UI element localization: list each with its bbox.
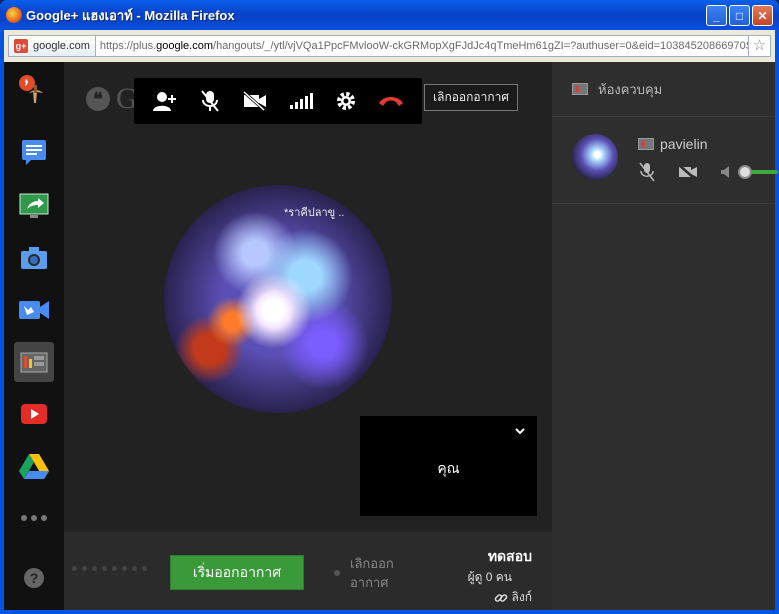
site-identity[interactable]: g+ google.com [8, 35, 96, 57]
bookmark-star-icon[interactable]: ☆ [749, 35, 771, 57]
status-dot [334, 570, 340, 576]
mic-off-icon [201, 90, 219, 112]
self-view-label: คุณ [437, 460, 460, 476]
link-icon [494, 593, 507, 602]
start-broadcast-button[interactable]: เริ่มออกอากาศ [170, 555, 304, 590]
video-stage: ❝ Google+ [64, 62, 552, 532]
url-path: /hangouts/_/ytl/vjVQa1PpcFMvlooW-ckGRMop… [213, 40, 749, 52]
participant-controls [638, 162, 778, 182]
close-button[interactable]: ✕ [752, 5, 773, 26]
browser-window: Google+ แฮงเอาท์ - Mozilla Firefox _ □ ✕… [0, 0, 779, 614]
hang-up-button[interactable] [376, 86, 406, 116]
camera-off-icon [243, 91, 267, 111]
control-room-panel: ห้องควบคุม pavielin [552, 62, 778, 610]
maximize-button[interactable]: □ [729, 5, 750, 26]
call-toolbar [134, 78, 422, 124]
bandwidth-button[interactable] [286, 86, 316, 116]
stop-broadcast-label: เลิกออก อากาศ [350, 556, 394, 590]
control-room-small-icon [572, 83, 588, 95]
firefox-icon [6, 7, 22, 23]
volume-knob[interactable] [738, 165, 752, 179]
address-input[interactable]: https://plus.google.com/hangouts/_/ytl/v… [95, 35, 749, 57]
share-link[interactable]: ลิงก์ [494, 588, 532, 607]
video-effects-icon[interactable] [14, 290, 54, 330]
progress-dots [72, 566, 147, 571]
chevron-down-icon[interactable] [515, 426, 525, 436]
avatar [572, 134, 618, 180]
self-view-tile[interactable]: คุณ [360, 416, 537, 516]
screenshare-icon[interactable] [14, 186, 54, 226]
invite-people-button[interactable] [150, 86, 180, 116]
participant-avatar: *ราคีปลาขู .. [164, 185, 392, 413]
camera-off-icon[interactable] [678, 164, 698, 180]
broadcast-title: ทดสอบ [487, 548, 532, 564]
link-label: ลิงก์ [511, 590, 532, 604]
mute-mic-button[interactable] [195, 86, 225, 116]
participant-name: pavielin [660, 136, 708, 152]
app-rail: ? [4, 62, 64, 610]
hangouts-app-icon[interactable] [14, 68, 54, 108]
hang-up-icon [379, 97, 404, 106]
add-person-icon [152, 92, 176, 111]
settings-button[interactable] [331, 86, 361, 116]
panel-header: ห้องควบคุม [552, 62, 775, 117]
minimize-button[interactable]: _ [706, 5, 727, 26]
hangouts-quote-icon: ❝ [86, 87, 110, 111]
speaker-icon [721, 166, 729, 178]
participant-row[interactable]: pavielin [552, 124, 778, 204]
more-icon[interactable] [14, 498, 54, 538]
viewer-count: ผู้ดู 0 คน [467, 570, 512, 584]
video-off-button[interactable] [240, 86, 270, 116]
url-domain: google.com [156, 40, 214, 52]
gear-icon [336, 92, 355, 110]
signal-bars-icon [289, 93, 313, 109]
google-plus-favicon-icon: g+ [14, 39, 28, 53]
control-room-icon[interactable] [14, 342, 54, 382]
panel-title: ห้องควบคุม [598, 81, 663, 97]
chat-icon[interactable] [14, 132, 54, 172]
volume-slider[interactable] [738, 165, 778, 179]
participant-name-wrap: pavielin [638, 136, 707, 152]
site-domain: google.com [33, 40, 90, 52]
window-title: Google+ แฮงเอาท์ - Mozilla Firefox [26, 7, 235, 23]
youtube-icon[interactable] [14, 394, 54, 434]
help-icon[interactable]: ? [24, 568, 44, 588]
stop-broadcast-button[interactable]: เลิกออกอากาศ [424, 84, 518, 111]
url-prefix: https://plus. [99, 40, 157, 52]
camera-icon[interactable] [14, 238, 54, 278]
title-bar[interactable]: Google+ แฮงเอาท์ - Mozilla Firefox _ □ ✕ [0, 0, 779, 30]
control-room-small-icon [638, 138, 654, 150]
mic-off-icon[interactable] [638, 162, 656, 182]
hangout-app: ? ❝ Google+ [4, 62, 778, 610]
broadcast-bar: เริ่มออกอากาศ เลิกออก อากาศ ทดสอบ ผู้ดู … [64, 532, 552, 610]
google-drive-icon[interactable] [14, 446, 54, 486]
avatar-caption: *ราคีปลาขู .. [284, 207, 345, 219]
url-bar: g+ google.com https://plus.google.com/ha… [4, 30, 775, 62]
volume-control[interactable] [720, 165, 778, 179]
